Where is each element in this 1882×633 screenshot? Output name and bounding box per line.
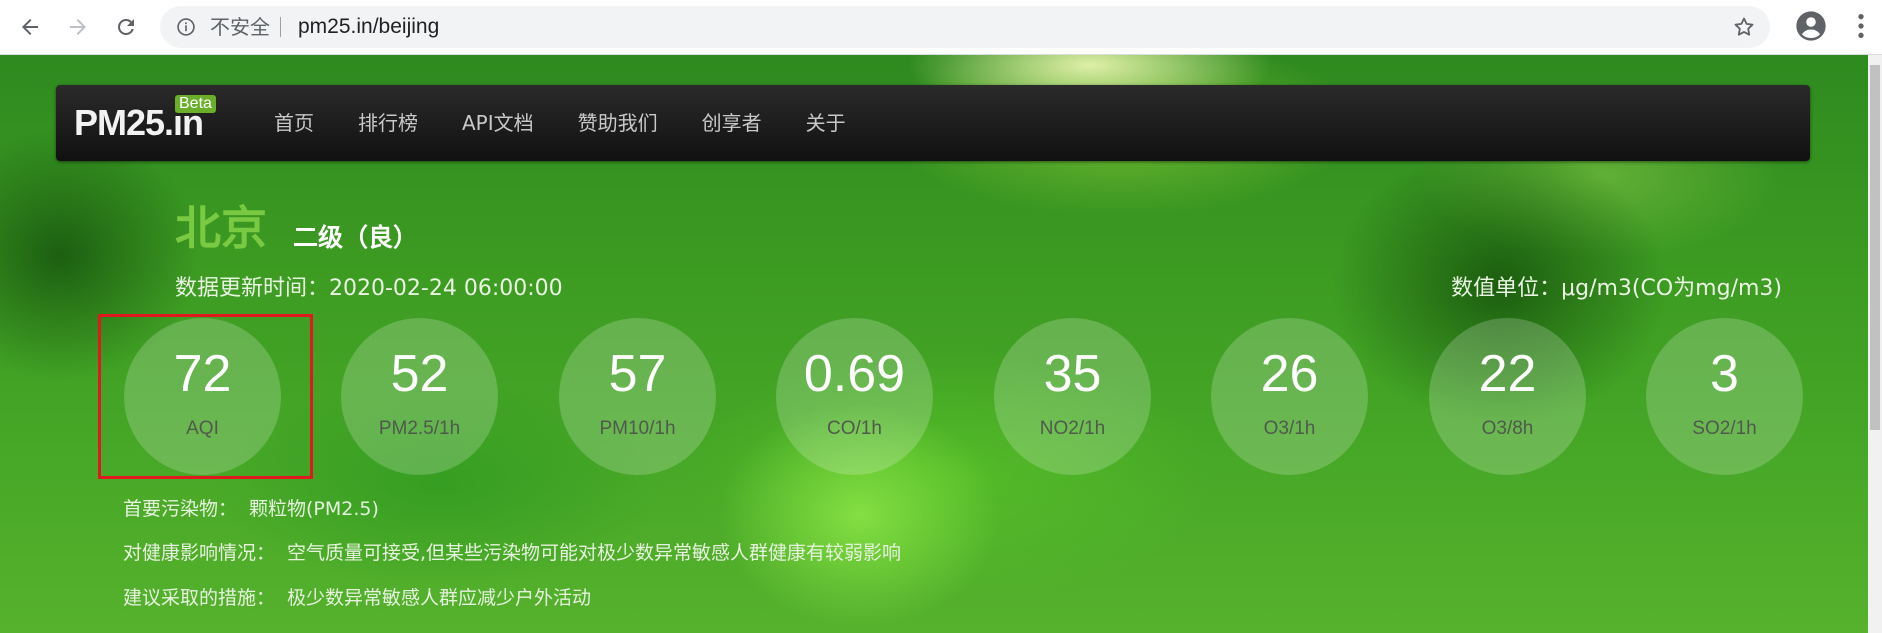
nav-item-home[interactable]: 首页 [252,85,336,161]
update-time: 数据更新时间：2020-02-24 06:00:00 [175,276,563,301]
unit-note: 数值单位：μg/m3(CO为mg/m3) [1451,276,1782,301]
metric-value: 35 [1043,345,1102,403]
forward-arrow-icon [70,19,86,35]
advice-value: 极少数异常敏感人群应减少户外活动 [287,587,592,609]
advice-label: 建议采取的措施： [123,587,276,609]
metric-label: O3/8h [1481,418,1534,439]
url-text[interactable]: pm25.in/beijing [298,15,439,39]
metric-pm10: 57 PM10/1h [559,318,716,475]
address-bar[interactable]: 不安全 pm25.in/beijing [160,6,1770,48]
city-name: 北京 [175,201,267,255]
browser-toolbar: 不安全 pm25.in/beijing [0,0,1882,55]
metric-label: O3/1h [1263,418,1316,439]
health-impact-value: 空气质量可接受,但某些污染物可能对极少数异常敏感人群健康有较弱影响 [287,542,902,564]
metric-value: 57 [608,345,667,403]
advice-row: 建议采取的措施： 极少数异常敏感人群应减少户外活动 [123,585,591,611]
back-arrow-icon [22,19,38,35]
insecure-label: 不安全 [210,15,270,39]
metric-o3-8h: 22 O3/8h [1429,318,1586,475]
nav-item-api-docs[interactable]: API文档 [440,85,556,161]
primary-pollutant-row: 首要污染物： 颗粒物(PM2.5) [123,496,379,522]
metric-o3-1h: 26 O3/1h [1211,318,1368,475]
metric-value: 52 [390,345,449,403]
profile-avatar-icon[interactable] [1795,10,1827,42]
info-icon[interactable] [176,17,196,37]
reload-button[interactable] [108,9,144,45]
nav-item-sponsor[interactable]: 赞助我们 [556,85,680,161]
highlight-annotation [98,314,313,479]
metric-label: PM2.5/1h [378,418,461,439]
more-menu-icon[interactable] [1845,10,1877,42]
nav-item-creators[interactable]: 创享者 [680,85,784,161]
bookmark-star-icon[interactable] [1732,15,1756,39]
beta-badge: Beta [175,95,216,113]
metric-label: SO2/1h [1692,418,1757,439]
back-button[interactable] [12,9,48,45]
metric-co: 0.69 CO/1h [776,318,933,475]
metric-label: PM10/1h [599,418,676,439]
metric-no2: 35 NO2/1h [994,318,1151,475]
nav-item-about[interactable]: 关于 [784,85,868,161]
metric-value: 22 [1478,345,1537,403]
nav-menu: 首页 排行榜 API文档 赞助我们 创享者 关于 [252,85,868,161]
metric-label: CO/1h [827,418,882,439]
health-impact-row: 对健康影响情况： 空气质量可接受,但某些污染物可能对极少数异常敏感人群健康有较弱影… [123,540,901,566]
forward-button[interactable] [60,9,96,45]
metric-value: 26 [1260,345,1319,403]
health-impact-label: 对健康影响情况： [123,542,276,564]
metric-value: 0.69 [803,345,906,403]
reload-icon [118,18,134,35]
metric-so2: 3 SO2/1h [1646,318,1803,475]
metric-pm25: 52 PM2.5/1h [341,318,498,475]
nav-item-ranking[interactable]: 排行榜 [336,85,440,161]
page-content: PM25.in Beta 首页 排行榜 API文档 赞助我们 创享者 关于 北京… [0,55,1868,633]
primary-pollutant-value: 颗粒物(PM2.5) [249,498,379,520]
page-scrollbar[interactable] [1868,55,1882,633]
aqi-level: 二级（良） [293,223,419,252]
scrollbar-thumb[interactable] [1870,65,1880,430]
metric-label: NO2/1h [1039,418,1106,439]
site-navbar: PM25.in Beta 首页 排行榜 API文档 赞助我们 创享者 关于 [56,85,1810,161]
metric-value: 3 [1710,345,1739,403]
address-separator [280,17,281,37]
primary-pollutant-label: 首要污染物： [123,498,238,520]
